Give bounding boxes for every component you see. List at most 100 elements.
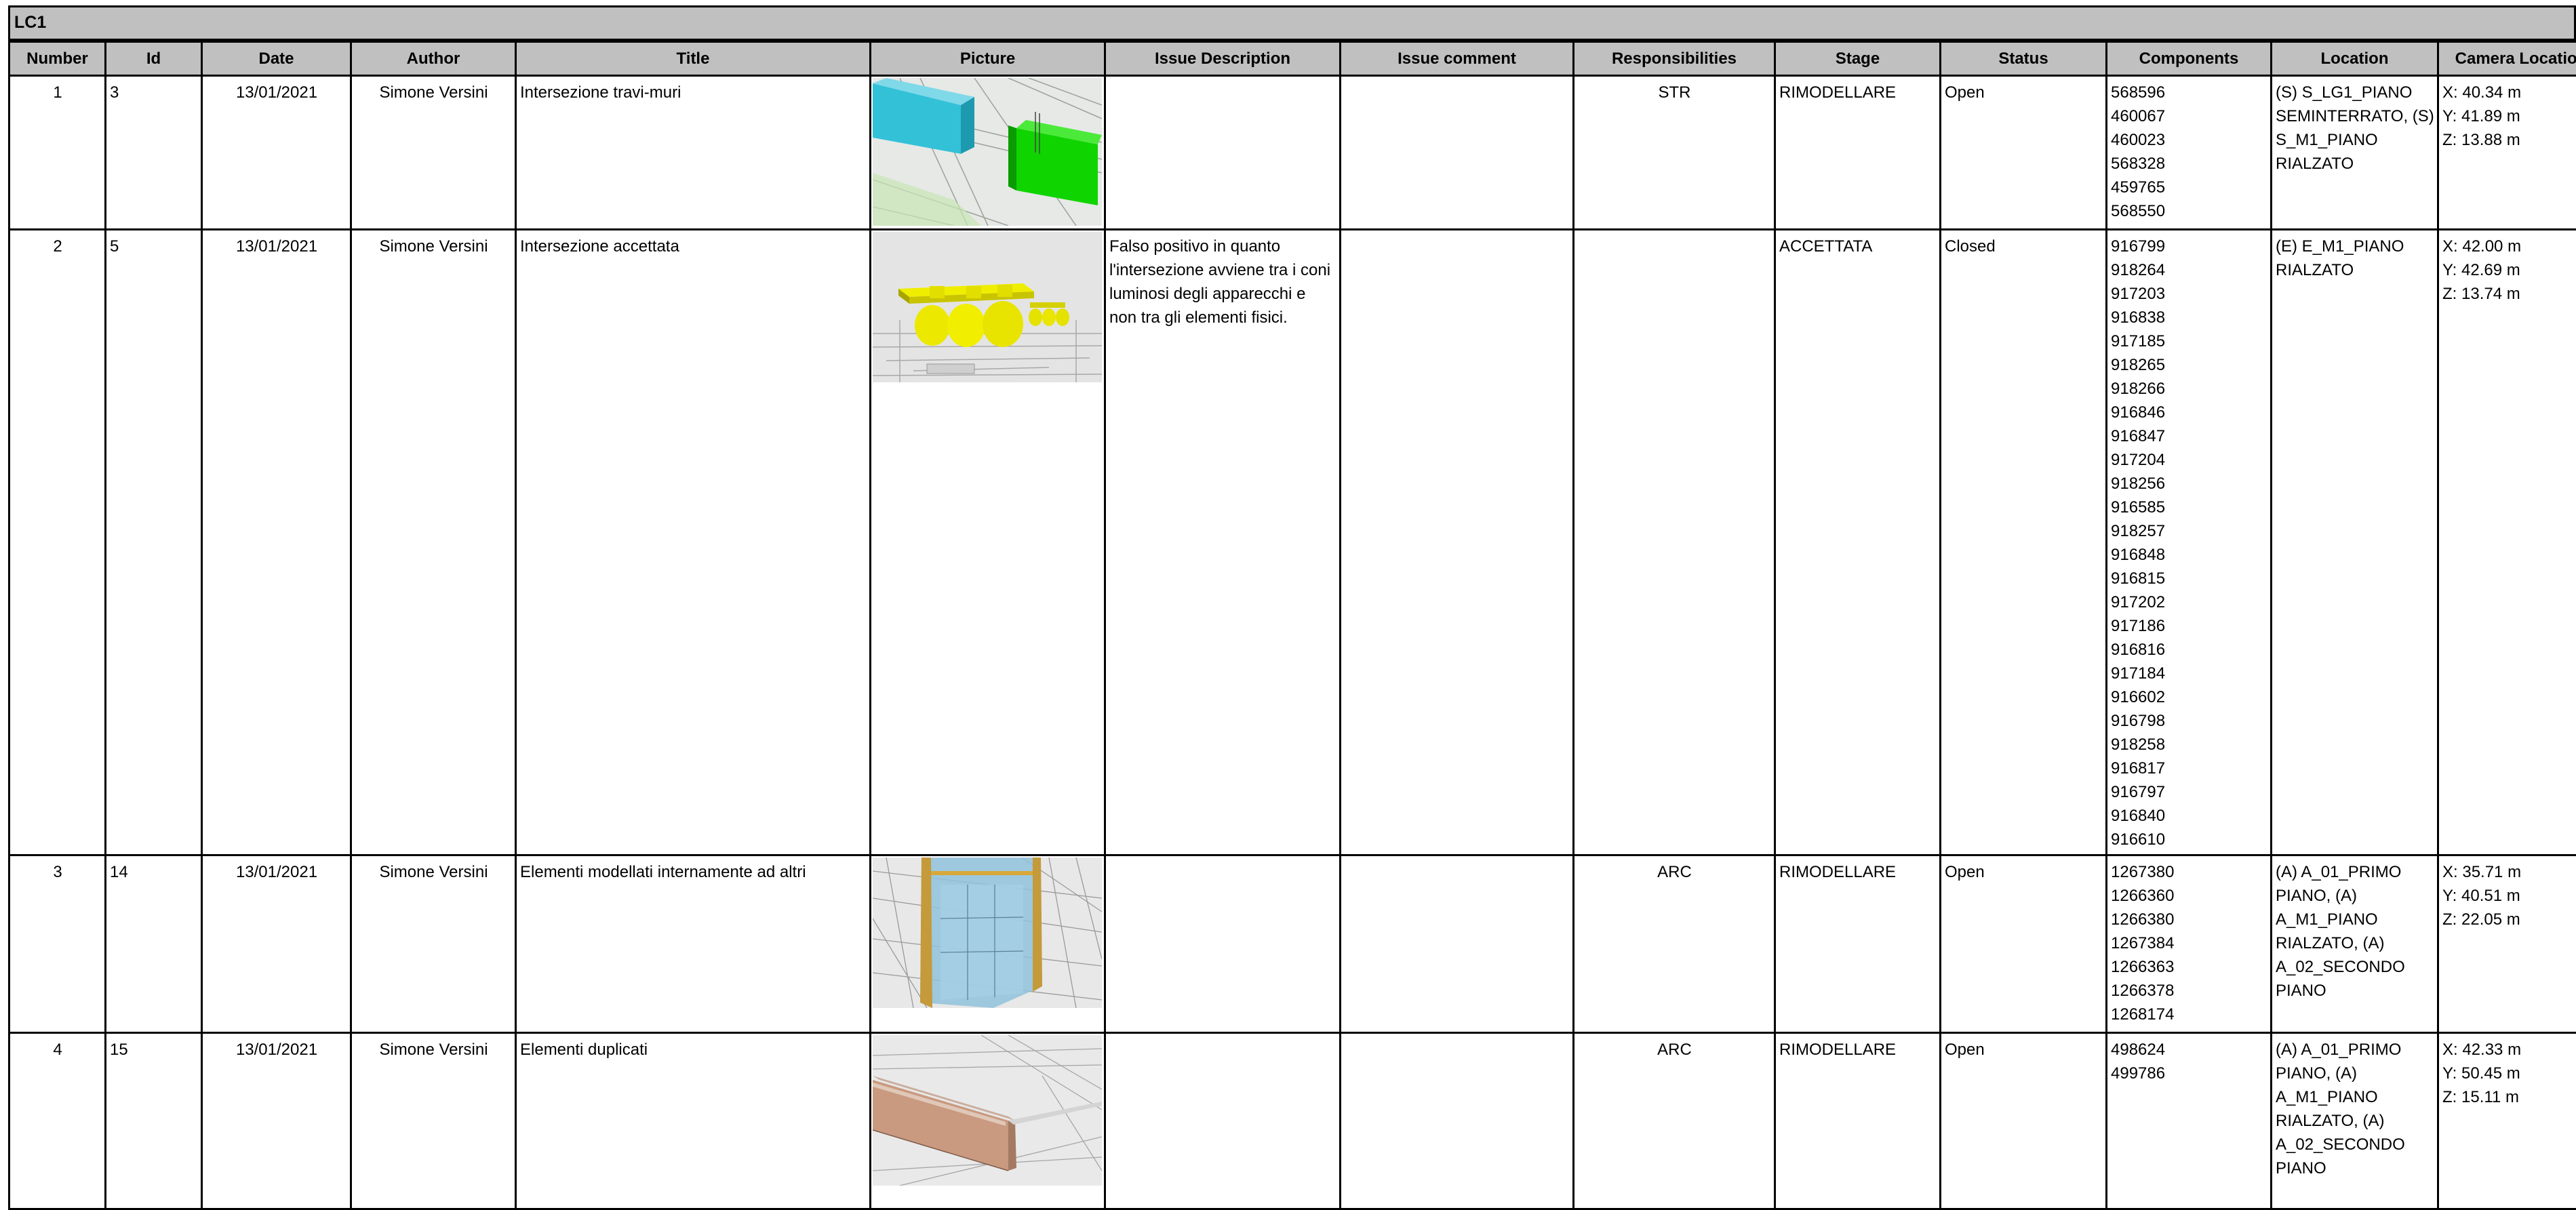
col-header-status[interactable]: Status [1941, 42, 2107, 76]
col-header-components[interactable]: Components [2107, 42, 2272, 76]
cell-title: Intersezione travi-muri [516, 76, 871, 230]
col-header-author[interactable]: Author [351, 42, 516, 76]
table-row[interactable]: 2 5 13/01/2021 Simone Versini Intersezio… [9, 230, 2576, 855]
cell-camera-location: X: 42.33 m Y: 50.45 m Z: 15.11 m [2438, 1033, 2576, 1209]
cell-stage: RIMODELLARE [1775, 1033, 1941, 1209]
component-id: 917184 [2111, 662, 2267, 685]
cell-id: 5 [106, 230, 202, 855]
camera-z: Z: 13.74 m [2442, 282, 2576, 306]
cell-number: 1 [9, 76, 106, 230]
component-id: 1268174 [2111, 1003, 2267, 1026]
col-header-issue-comment[interactable]: Issue comment [1341, 42, 1574, 76]
component-id: 916610 [2111, 828, 2267, 851]
cell-picture [871, 76, 1105, 230]
cell-status: Closed [1941, 230, 2107, 855]
cell-components: 1267380 1266360 1266380 1267384 1266363 … [2107, 855, 2272, 1033]
cell-components: 916799 918264 917203 916838 917185 91826… [2107, 230, 2272, 855]
camera-z: Z: 22.05 m [2442, 908, 2576, 931]
col-header-stage[interactable]: Stage [1775, 42, 1941, 76]
cell-stage: RIMODELLARE [1775, 855, 1941, 1033]
cell-number: 3 [9, 855, 106, 1033]
cell-location: (S) S_LG1_PIANO SEMINTERRATO, (S) S_M1_P… [2272, 76, 2438, 230]
col-header-title[interactable]: Title [516, 42, 871, 76]
table-row[interactable]: 3 14 13/01/2021 Simone Versini Elementi … [9, 855, 2576, 1033]
cell-picture [871, 1033, 1105, 1209]
component-id: 916798 [2111, 709, 2267, 733]
cell-components: 498624 499786 [2107, 1033, 2272, 1209]
component-id: 918258 [2111, 733, 2267, 757]
cell-date: 13/01/2021 [202, 855, 351, 1033]
component-id: 498624 [2111, 1038, 2267, 1062]
col-header-responsibilities[interactable]: Responsibilities [1574, 42, 1775, 76]
cell-location: (E) E_M1_PIANO RIALZATO [2272, 230, 2438, 855]
col-header-id[interactable]: Id [106, 42, 202, 76]
component-id: 568596 [2111, 81, 2267, 104]
cell-location: (A) A_01_PRIMO PIANO, (A) A_M1_PIANO RIA… [2272, 1033, 2438, 1209]
camera-x: X: 42.00 m [2442, 235, 2576, 258]
table-row[interactable]: 4 15 13/01/2021 Simone Versini Elementi … [9, 1033, 2576, 1209]
cell-picture [871, 855, 1105, 1033]
col-header-date[interactable]: Date [202, 42, 351, 76]
component-id: 918257 [2111, 519, 2267, 543]
cell-issue-description [1105, 76, 1341, 230]
component-id: 918266 [2111, 377, 2267, 401]
cell-responsibilities [1574, 230, 1775, 855]
cell-id: 3 [106, 76, 202, 230]
cell-author: Simone Versini [351, 230, 516, 855]
col-header-location[interactable]: Location [2272, 42, 2438, 76]
cell-id: 15 [106, 1033, 202, 1209]
camera-x: X: 35.71 m [2442, 860, 2576, 884]
component-id: 917202 [2111, 590, 2267, 614]
header-row: Number Id Date Author Title Picture Issu… [9, 42, 2576, 76]
col-header-issue-description[interactable]: Issue Description [1105, 42, 1341, 76]
camera-y: Y: 41.89 m [2442, 104, 2576, 128]
cell-number: 2 [9, 230, 106, 855]
component-id: 1267384 [2111, 931, 2267, 955]
duplicate-elements-image[interactable] [873, 1035, 1102, 1186]
col-header-picture[interactable]: Picture [871, 42, 1105, 76]
cell-date: 13/01/2021 [202, 76, 351, 230]
camera-x: X: 40.34 m [2442, 81, 2576, 104]
cell-status: Open [1941, 855, 2107, 1033]
component-id: 1266378 [2111, 979, 2267, 1003]
component-id: 916797 [2111, 780, 2267, 804]
cell-status: Open [1941, 76, 2107, 230]
light-fixtures-image[interactable] [873, 232, 1102, 382]
cell-title: Intersezione accettata [516, 230, 871, 855]
col-header-camera-location[interactable]: Camera Location [2438, 42, 2576, 76]
component-id: 916846 [2111, 401, 2267, 424]
table-row[interactable]: 1 3 13/01/2021 Simone Versini Intersezio… [9, 76, 2576, 230]
component-id: 917203 [2111, 282, 2267, 306]
cell-responsibilities: ARC [1574, 1033, 1775, 1209]
component-id: 1267380 [2111, 860, 2267, 884]
cell-stage: ACCETTATA [1775, 230, 1941, 855]
cell-issue-description [1105, 1033, 1341, 1209]
cell-date: 13/01/2021 [202, 230, 351, 855]
cell-components: 568596 460067 460023 568328 459765 56855… [2107, 76, 2272, 230]
component-id: 918265 [2111, 353, 2267, 377]
cell-number: 4 [9, 1033, 106, 1209]
component-id: 918256 [2111, 472, 2267, 496]
component-id: 916585 [2111, 496, 2267, 519]
component-id: 916799 [2111, 235, 2267, 258]
nested-elements-image[interactable] [873, 858, 1102, 1008]
component-id: 916838 [2111, 306, 2267, 329]
component-id: 499786 [2111, 1062, 2267, 1085]
cell-location: (A) A_01_PRIMO PIANO, (A) A_M1_PIANO RIA… [2272, 855, 2438, 1033]
camera-x: X: 42.33 m [2442, 1038, 2576, 1062]
cell-picture [871, 230, 1105, 855]
component-id: 916817 [2111, 757, 2267, 780]
cell-camera-location: X: 35.71 m Y: 40.51 m Z: 22.05 m [2438, 855, 2576, 1033]
cell-status: Open [1941, 1033, 2107, 1209]
clash-beams-walls-image[interactable] [873, 78, 1102, 226]
camera-y: Y: 50.45 m [2442, 1062, 2576, 1085]
cell-title: Elementi duplicati [516, 1033, 871, 1209]
component-id: 568550 [2111, 199, 2267, 223]
component-id: 918264 [2111, 258, 2267, 282]
component-id: 568328 [2111, 152, 2267, 176]
component-id: 460067 [2111, 104, 2267, 128]
component-id: 916602 [2111, 685, 2267, 709]
issues-table: Number Id Date Author Title Picture Issu… [8, 41, 2576, 1210]
cell-camera-location: X: 42.00 m Y: 42.69 m Z: 13.74 m [2438, 230, 2576, 855]
col-header-number[interactable]: Number [9, 42, 106, 76]
